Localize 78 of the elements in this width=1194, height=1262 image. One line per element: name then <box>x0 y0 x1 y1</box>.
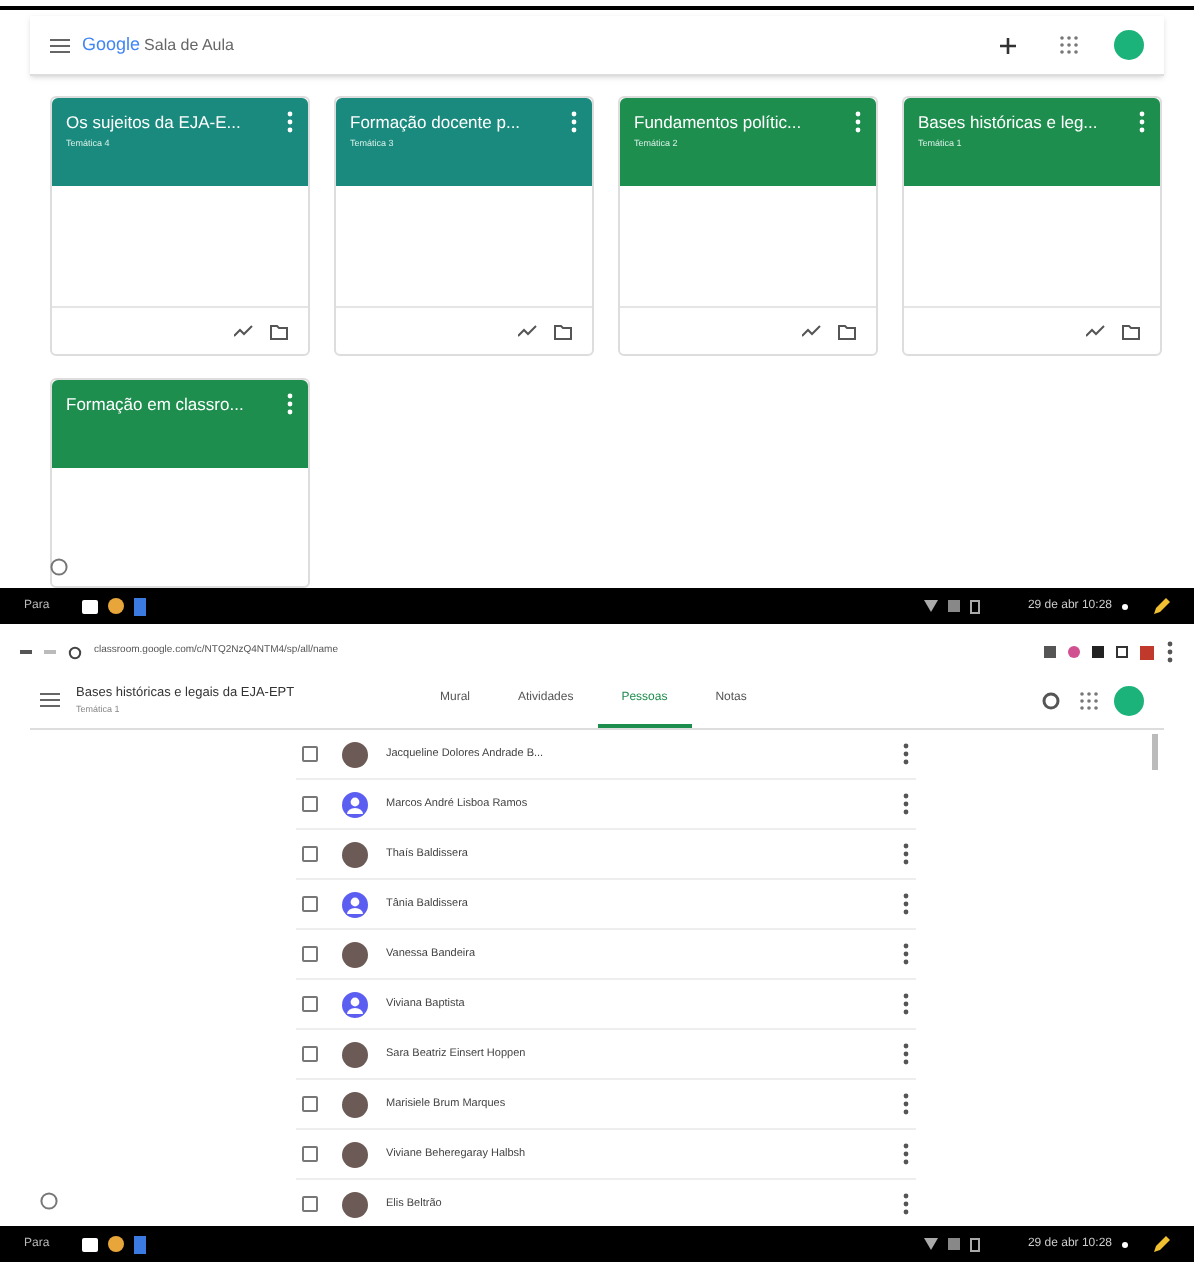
checkbox[interactable] <box>302 1196 318 1212</box>
scrollbar[interactable] <box>1152 734 1158 770</box>
trend-icon[interactable] <box>518 324 538 338</box>
card-title[interactable]: Formação docente p... <box>350 110 570 136</box>
checkbox[interactable] <box>302 996 318 1012</box>
more-icon[interactable] <box>1166 640 1174 664</box>
more-icon[interactable] <box>286 110 294 134</box>
folder-icon[interactable] <box>838 323 856 339</box>
card-title[interactable]: Os sujeitos da EJA-E... <box>66 110 286 136</box>
battery-icon <box>969 599 980 613</box>
browser-icon[interactable] <box>107 1236 124 1252</box>
folder-icon[interactable] <box>1122 323 1140 339</box>
avatar <box>342 941 368 967</box>
reload-icon[interactable] <box>68 645 82 659</box>
checkbox[interactable] <box>302 746 318 762</box>
browser-icon[interactable] <box>107 598 124 614</box>
checkbox[interactable] <box>302 846 318 862</box>
menu-icon[interactable] <box>50 37 70 53</box>
plus-icon[interactable] <box>1000 37 1016 53</box>
avatar-icon <box>342 891 368 917</box>
wifi-icon <box>923 600 938 612</box>
checkbox[interactable] <box>302 1096 318 1112</box>
more-icon[interactable] <box>902 792 910 816</box>
more-icon[interactable] <box>902 842 910 866</box>
avatar <box>342 741 368 767</box>
files-icon[interactable] <box>81 599 98 613</box>
avatar <box>342 841 368 867</box>
google-logo: Google <box>82 31 141 58</box>
battery-icon <box>969 1237 980 1251</box>
more-icon[interactable] <box>854 110 862 134</box>
pencil-icon[interactable] <box>1152 1235 1170 1253</box>
checkbox[interactable] <box>302 896 318 912</box>
more-icon[interactable] <box>902 942 910 966</box>
account-avatar[interactable] <box>1114 30 1144 60</box>
avatar <box>342 1141 368 1167</box>
more-icon[interactable] <box>902 742 910 766</box>
avatar <box>342 1041 368 1067</box>
avatar-icon <box>342 991 368 1017</box>
avatar <box>342 1191 368 1217</box>
help-icon[interactable] <box>50 558 68 576</box>
account-avatar[interactable] <box>1114 685 1144 715</box>
class-card[interactable]: Formação em classro... <box>50 378 310 588</box>
folder-icon[interactable] <box>270 323 288 339</box>
trend-icon[interactable] <box>802 324 822 338</box>
product-name: Sala de Aula <box>144 33 234 57</box>
folder-icon[interactable] <box>554 323 572 339</box>
more-icon[interactable] <box>570 110 578 134</box>
card-title[interactable]: Formação em classro... <box>66 392 286 418</box>
settings-icon[interactable] <box>1042 691 1060 709</box>
more-icon[interactable] <box>902 992 910 1016</box>
trend-icon[interactable] <box>1086 324 1106 338</box>
trend-icon[interactable] <box>234 324 254 338</box>
checkbox[interactable] <box>302 946 318 962</box>
checkbox[interactable] <box>302 1146 318 1162</box>
more-icon[interactable] <box>902 1142 910 1166</box>
card-title[interactable]: Fundamentos polític... <box>634 110 854 136</box>
avatar <box>342 1091 368 1117</box>
more-icon[interactable] <box>286 392 294 416</box>
network-icon <box>947 600 960 612</box>
more-icon[interactable] <box>902 1092 910 1116</box>
wifi-icon <box>923 1238 938 1250</box>
more-icon[interactable] <box>902 1042 910 1066</box>
apps-icon[interactable] <box>1060 36 1078 54</box>
more-icon[interactable] <box>1138 110 1146 134</box>
files-icon[interactable] <box>81 1237 98 1251</box>
checkbox[interactable] <box>302 1046 318 1062</box>
network-icon <box>947 1238 960 1250</box>
card-title[interactable]: Bases históricas e leg... <box>918 110 1138 136</box>
apps-icon[interactable] <box>1080 691 1098 709</box>
help-icon[interactable] <box>40 1192 58 1210</box>
docs-icon[interactable] <box>133 1235 146 1253</box>
more-icon[interactable] <box>902 1192 910 1216</box>
avatar-icon <box>342 791 368 817</box>
menu-icon[interactable] <box>40 692 60 708</box>
docs-icon[interactable] <box>133 597 146 615</box>
more-icon[interactable] <box>902 892 910 916</box>
pencil-icon[interactable] <box>1152 597 1170 615</box>
checkbox[interactable] <box>302 796 318 812</box>
